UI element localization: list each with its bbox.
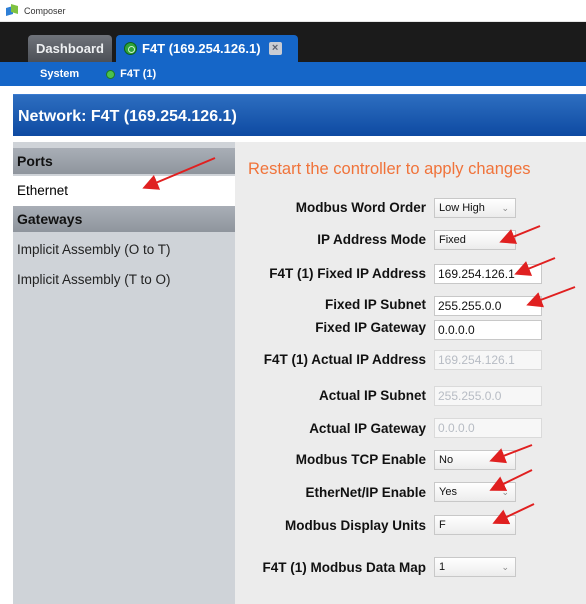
modbus-tcp-enable-label: Modbus TCP Enable (295, 452, 426, 467)
actual-ip-subnet-field: 255.255.0.0 (434, 386, 542, 406)
ip-address-mode-select[interactable]: Fixed (434, 230, 516, 250)
tab-dashboard[interactable]: Dashboard (28, 35, 112, 62)
chevron-down-icon: ⌄ (501, 487, 509, 497)
composer-logo-icon (6, 3, 18, 17)
ethernet-ip-enable-value: Yes (439, 486, 457, 498)
spacer (0, 86, 586, 94)
modbus-data-map-label: F4T (1) Modbus Data Map (262, 560, 426, 575)
sidebar-item-implicit-o-to-t[interactable]: Implicit Assembly (O to T) (13, 235, 235, 265)
fixed-ip-address-field[interactable]: 169.254.126.1 (434, 264, 542, 284)
fixed-ip-address-label: F4T (1) Fixed IP Address (269, 266, 426, 281)
ip-address-mode-value: Fixed (439, 234, 466, 246)
sidebar: Ports Ethernet Gateways Implicit Assembl… (13, 142, 235, 604)
window-titlebar: Composer (0, 0, 586, 22)
fixed-ip-gateway-field[interactable]: 0.0.0.0 (434, 320, 542, 340)
device-status-icon (124, 42, 137, 55)
device-online-icon (106, 69, 116, 79)
chevron-down-icon: ⌄ (501, 562, 509, 572)
sub-navigation: System F4T (1) (0, 62, 586, 86)
tab-f4t-device[interactable]: F4T (169.254.126.1) × (116, 35, 298, 62)
fixed-ip-subnet-label: Fixed IP Subnet (324, 297, 426, 312)
modbus-data-map-value: 1 (439, 561, 446, 573)
actual-ip-address-label: F4T (1) Actual IP Address (263, 352, 426, 367)
ethernet-ip-enable-select[interactable]: Yes ⌄ (434, 482, 516, 502)
subnav-device-link[interactable]: F4T (1) (106, 68, 156, 80)
modbus-display-units-label: Modbus Display Units (284, 518, 426, 533)
subnav-device-label: F4T (1) (120, 68, 157, 80)
actual-ip-gateway-field: 0.0.0.0 (434, 418, 542, 438)
chevron-down-icon: ⌄ (501, 203, 509, 213)
window-title: Composer (24, 5, 66, 16)
modbus-word-order-select[interactable]: Low High ⌄ (434, 198, 516, 218)
page-title: Network: F4T (169.254.126.1) (18, 108, 237, 125)
tab-strip: Dashboard F4T (169.254.126.1) × (0, 22, 586, 62)
modbus-word-order-value: Low High (439, 202, 485, 214)
ethernet-ip-enable-label: EtherNet/IP Enable (305, 485, 426, 500)
modbus-tcp-enable-value: No (439, 454, 454, 466)
sidebar-item-ethernet[interactable]: Ethernet (13, 176, 235, 206)
actual-ip-gateway-label: Actual IP Gateway (309, 421, 426, 436)
fixed-ip-subnet-field[interactable]: 255.255.0.0 (434, 296, 542, 316)
fixed-ip-gateway-label: Fixed IP Gateway (315, 320, 426, 335)
modbus-data-map-select[interactable]: 1 ⌄ (434, 557, 516, 577)
tab-dashboard-label: Dashboard (36, 41, 104, 56)
page-header: Network: F4T (169.254.126.1) (13, 94, 586, 136)
modbus-word-order-label: Modbus Word Order (295, 200, 426, 215)
actual-ip-address-field: 169.254.126.1 (434, 350, 542, 370)
subnav-system-link[interactable]: System (40, 68, 79, 80)
tab-f4t-label: F4T (169.254.126.1) (142, 41, 261, 56)
restart-notice: Restart the controller to apply changes (248, 160, 531, 178)
sidebar-group-ports: Ports (13, 148, 235, 174)
modbus-display-units-value: F (439, 519, 446, 531)
actual-ip-subnet-label: Actual IP Subnet (318, 388, 426, 403)
modbus-tcp-enable-select[interactable]: No (434, 450, 516, 470)
ip-address-mode-label: IP Address Mode (317, 232, 426, 247)
sidebar-group-gateways: Gateways (13, 206, 235, 232)
sidebar-item-implicit-t-to-o[interactable]: Implicit Assembly (T to O) (13, 265, 235, 295)
close-tab-icon[interactable]: × (268, 42, 282, 55)
modbus-display-units-select[interactable]: F (434, 515, 516, 535)
